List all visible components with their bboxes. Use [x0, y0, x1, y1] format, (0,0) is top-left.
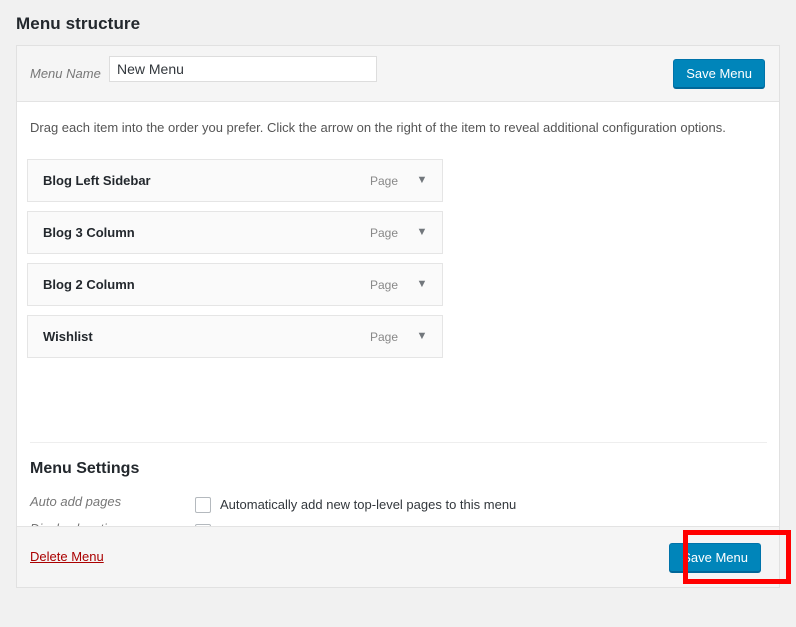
menu-item-type: Page [370, 330, 398, 344]
menu-structure-footer: Delete Menu Save Menu [17, 526, 779, 587]
menu-item-row[interactable]: Wishlist Page ▼ [27, 315, 443, 358]
menu-name-label: Menu Name [30, 66, 101, 81]
page-title: Menu structure [16, 14, 140, 34]
chevron-down-icon[interactable]: ▼ [415, 277, 429, 291]
menu-item-row[interactable]: Blog 3 Column Page ▼ [27, 211, 443, 254]
auto-add-pages-checkbox[interactable] [195, 497, 211, 513]
menu-structure-panel: Menu Name Save Menu Drag each item into … [16, 45, 780, 588]
settings-divider [30, 442, 767, 443]
menu-item-row[interactable]: Blog Left Sidebar Page ▼ [27, 159, 443, 202]
auto-add-pages-checkbox-label: Automatically add new top-level pages to… [220, 497, 516, 512]
menu-items-list: Blog Left Sidebar Page ▼ Blog 3 Column P… [27, 159, 443, 367]
auto-add-pages-label: Auto add pages [30, 494, 180, 509]
save-menu-button-bottom[interactable]: Save Menu [669, 543, 761, 572]
auto-add-pages-controls: Automatically add new top-level pages to… [195, 492, 730, 517]
menu-item-title: Blog Left Sidebar [43, 173, 151, 188]
auto-add-pages-check-line[interactable]: Automatically add new top-level pages to… [195, 492, 730, 517]
menu-item-type: Page [370, 278, 398, 292]
menu-name-input[interactable] [109, 56, 377, 82]
menu-item-title: Blog 2 Column [43, 277, 135, 292]
setting-row-auto-add-pages: Auto add pages Automatically add new top… [30, 492, 730, 519]
menu-item-title: Wishlist [43, 329, 93, 344]
menu-name-header: Menu Name Save Menu [17, 46, 779, 102]
menu-item-title: Blog 3 Column [43, 225, 135, 240]
menu-item-type: Page [370, 174, 398, 188]
chevron-down-icon[interactable]: ▼ [415, 225, 429, 239]
delete-menu-link[interactable]: Delete Menu [30, 549, 104, 564]
menu-item-row[interactable]: Blog 2 Column Page ▼ [27, 263, 443, 306]
instructions-text: Drag each item into the order you prefer… [30, 120, 726, 135]
menu-settings-title: Menu Settings [30, 460, 730, 478]
save-menu-button-top[interactable]: Save Menu [673, 59, 765, 88]
menu-item-type: Page [370, 226, 398, 240]
chevron-down-icon[interactable]: ▼ [415, 173, 429, 187]
chevron-down-icon[interactable]: ▼ [415, 329, 429, 343]
